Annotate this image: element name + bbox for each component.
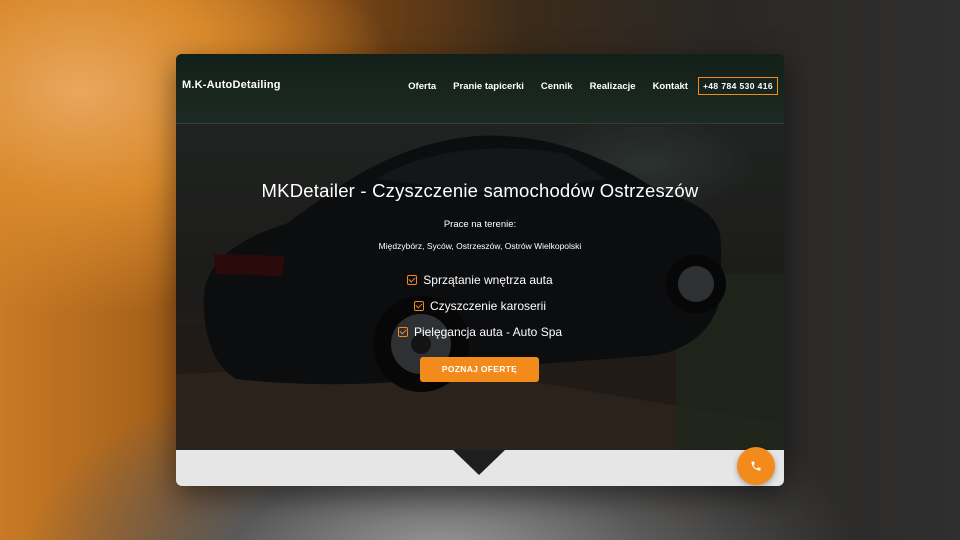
section-divider-arrow bbox=[453, 450, 505, 475]
brand-logo[interactable]: M.K-AutoDetailing bbox=[182, 79, 281, 91]
feature-item: Sprzątanie wnętrza auta bbox=[176, 267, 784, 293]
nav-item-pranie-tapicerki[interactable]: Pranie tapicerki bbox=[453, 81, 524, 92]
phone-icon bbox=[751, 461, 761, 471]
phone-button[interactable]: +48 784 530 416 bbox=[697, 77, 778, 95]
feature-label: Sprzątanie wnętrza auta bbox=[423, 273, 553, 287]
service-area-label: Prace na terenie: bbox=[443, 219, 517, 230]
nav-item-cennik[interactable]: Cennik bbox=[541, 81, 573, 92]
checkbox-icon bbox=[407, 275, 418, 285]
nav-item-kontakt[interactable]: Kontakt bbox=[653, 81, 688, 92]
navbar: M.K-AutoDetailing Oferta Pranie tapicerk… bbox=[176, 54, 784, 124]
checkbox-icon bbox=[413, 301, 424, 311]
call-button[interactable] bbox=[737, 447, 775, 485]
hero-title: MKDetailer - Czyszczenie samochodów Ostr… bbox=[261, 180, 699, 201]
nav-item-realizacje[interactable]: Realizacje bbox=[590, 81, 636, 92]
cta-button[interactable]: POZNAJ OFERTĘ bbox=[420, 357, 539, 382]
feature-label: Pielęgancja auta - Auto Spa bbox=[413, 325, 563, 339]
feature-item: Pielęgancja auta - Auto Spa bbox=[176, 319, 784, 345]
checkbox-icon bbox=[397, 327, 408, 337]
hero-section: MKDetailer - Czyszczenie samochodów Ostr… bbox=[176, 124, 784, 450]
browser-window: M.K-AutoDetailing Oferta Pranie tapicerk… bbox=[176, 54, 784, 486]
nav-item-oferta[interactable]: Oferta bbox=[408, 81, 436, 92]
feature-list: Sprzątanie wnętrza auta Czyszczenie karo… bbox=[176, 267, 784, 345]
nav-menu: Oferta Pranie tapicerki Cennik Realizacj… bbox=[391, 77, 778, 95]
feature-label: Czyszczenie karoserii bbox=[429, 299, 547, 313]
feature-item: Czyszczenie karoserii bbox=[176, 293, 784, 319]
service-area-list: Międzybórz, Syców, Ostrzeszów, Ostrów Wi… bbox=[378, 241, 582, 251]
